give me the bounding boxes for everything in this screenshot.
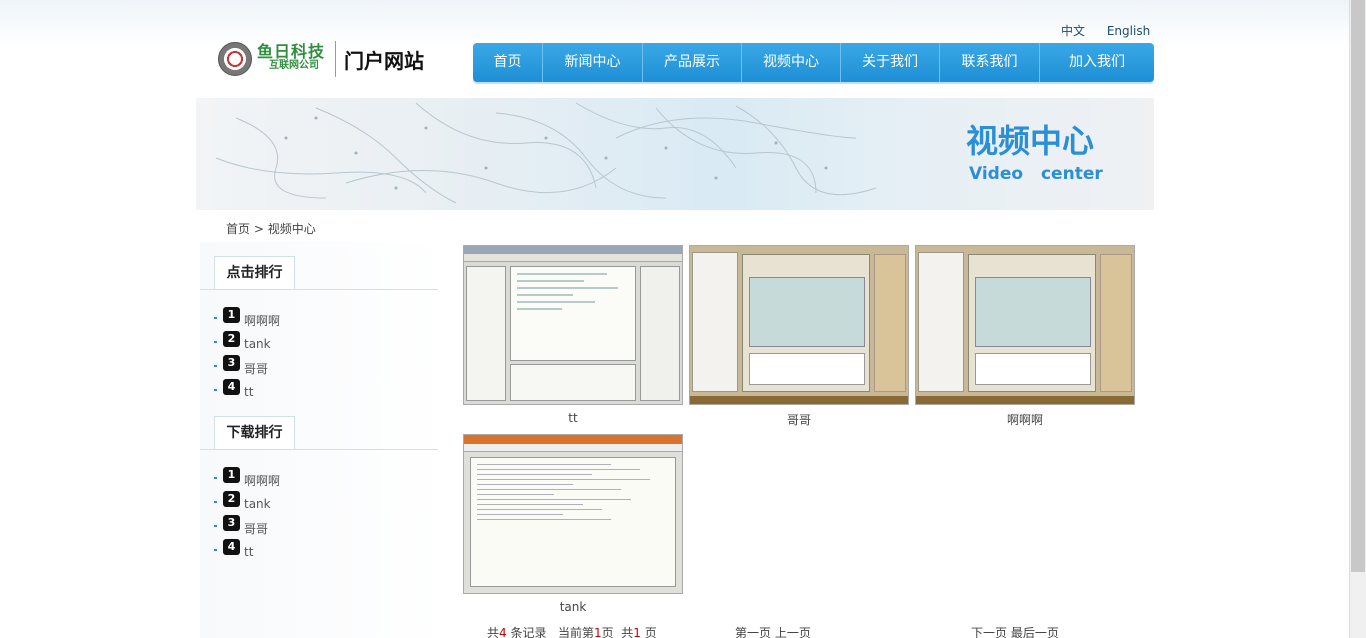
rank-item-label: 啊啊啊: [244, 473, 281, 488]
video-caption[interactable]: tank: [463, 600, 683, 614]
chat-screenshot-thumbnail: [916, 246, 1134, 404]
bullet-icon: [214, 341, 217, 343]
banner-title-en: Video center: [969, 164, 1103, 184]
nav-item-contact[interactable]: 联系我们: [940, 43, 1040, 82]
pager-pages-count: 1: [633, 626, 641, 638]
click-rank-item[interactable]: 2 tank: [214, 330, 280, 354]
bullet-icon: [214, 389, 217, 391]
logo-seal-icon: [218, 42, 252, 76]
bullet-icon: [214, 477, 217, 479]
rank-number-badge: 2: [223, 491, 240, 507]
rank-item-label: 啊啊啊: [244, 313, 281, 328]
pager-total-prefix: 共: [487, 626, 500, 638]
breadcrumb-separator: >: [250, 222, 268, 236]
breadcrumb-home-link[interactable]: 首页: [226, 222, 250, 236]
video-card[interactable]: tank: [463, 434, 683, 614]
bullet-icon: [214, 525, 217, 527]
pager-total-suffix: 条记录: [506, 626, 547, 638]
pager-last-link[interactable]: 最后一页: [1011, 626, 1059, 638]
video-thumbnail[interactable]: [463, 434, 683, 594]
scrollbar-thumb[interactable]: [1351, 0, 1365, 572]
banner-title-cn: 视频中心: [966, 122, 1095, 160]
logo-brand: 鱼日科技 互联网公司: [257, 42, 326, 73]
bullet-icon: [214, 549, 217, 551]
download-rank-item[interactable]: 4 tt: [214, 538, 280, 562]
video-thumbnail[interactable]: [689, 245, 909, 405]
logo-portal-text: 门户网站: [344, 48, 425, 73]
click-rank-list: 1 啊啊啊 2 tank 3 哥哥 4 tt: [214, 306, 280, 402]
rank-number-badge: 4: [223, 539, 240, 555]
breadcrumb-current: 视频中心: [267, 222, 316, 236]
video-thumbnail[interactable]: [463, 245, 683, 405]
video-card[interactable]: 哥哥: [689, 245, 909, 428]
rank-number-badge: 2: [223, 331, 240, 347]
download-rank-item[interactable]: 3 哥哥: [214, 514, 280, 538]
page-banner: 视频中心 Video center: [196, 98, 1154, 210]
chat-screenshot-thumbnail: [690, 246, 908, 404]
pager-pages-suffix: 页: [640, 626, 657, 638]
logo-divider: [335, 41, 337, 77]
rank-number-badge: 1: [223, 467, 240, 483]
site-logo[interactable]: 鱼日科技 互联网公司 门户网站: [218, 40, 424, 78]
logo-brand-subtitle: 互联网公司: [269, 60, 319, 71]
nav-item-news[interactable]: 新闻中心: [543, 43, 643, 82]
download-rank-item[interactable]: 1 啊啊啊: [214, 466, 280, 490]
video-caption[interactable]: 啊啊啊: [915, 411, 1135, 428]
page-scrollbar[interactable]: [1349, 0, 1366, 638]
language-switcher: 中文 English: [1061, 22, 1168, 39]
code-screenshot-thumbnail: [464, 435, 682, 593]
bullet-icon: [214, 501, 217, 503]
pager-current-page: 1: [593, 626, 602, 638]
bullet-icon: [214, 365, 217, 367]
pager-summary: 共4 条记录 当前第1页 共1 页: [487, 624, 657, 638]
pager-next-link[interactable]: 下一页: [971, 626, 1007, 638]
pager-first-link[interactable]: 第一页: [735, 626, 771, 638]
download-rank-item[interactable]: 2 tank: [214, 490, 280, 514]
rank-item-label: tank: [244, 497, 271, 511]
pager-first-prev: 第一页 上一页: [735, 624, 811, 638]
nav-item-join[interactable]: 加入我们: [1040, 43, 1154, 82]
pager-prev-link[interactable]: 上一页: [775, 626, 811, 638]
rank-item-label: tank: [244, 337, 271, 351]
video-caption[interactable]: tt: [463, 411, 683, 425]
click-rank-item[interactable]: 1 啊啊啊: [214, 306, 280, 330]
rank-number-badge: 3: [223, 515, 240, 531]
bullet-icon: [214, 317, 217, 319]
rank-number-badge: 1: [223, 307, 240, 323]
click-rank-title: 点击排行: [214, 256, 295, 290]
logo-brand-name: 鱼日科技: [257, 42, 326, 61]
ide-screenshot-thumbnail: [464, 246, 682, 404]
rank-number-badge: 4: [223, 379, 240, 395]
download-rank-list: 1 啊啊啊 2 tank 3 哥哥 4 tt: [214, 466, 280, 562]
lang-chinese-link[interactable]: 中文: [1061, 24, 1085, 38]
main-nav: 首页 新闻中心 产品展示 视频中心 关于我们 联系我们 加入我们: [473, 43, 1154, 82]
video-thumbnail[interactable]: [915, 245, 1135, 405]
rank-item-label: 哥哥: [244, 521, 269, 536]
pager-current-prefix: 当前第: [557, 626, 594, 638]
rank-item-label: 哥哥: [244, 361, 269, 376]
nav-item-home[interactable]: 首页: [473, 43, 543, 82]
sidebar: 点击排行 1 啊啊啊 2 tank 3 哥哥 4 tt 下载排行 1 啊啊啊 2…: [200, 242, 444, 638]
video-caption[interactable]: 哥哥: [689, 411, 909, 428]
pager-current-suffix: 页: [601, 626, 614, 638]
download-rank-divider: [200, 449, 438, 450]
nav-item-products[interactable]: 产品展示: [643, 43, 742, 82]
pager-total-count: 4: [499, 626, 507, 638]
rank-number-badge: 3: [223, 355, 240, 371]
lang-english-link[interactable]: English: [1107, 24, 1150, 38]
click-rank-item[interactable]: 3 哥哥: [214, 354, 280, 378]
rank-item-label: tt: [244, 545, 254, 559]
video-card[interactable]: tt: [463, 245, 683, 425]
pager-pages-prefix: 共: [621, 626, 634, 638]
breadcrumb: 首页 > 视频中心: [226, 220, 316, 237]
nav-item-video[interactable]: 视频中心: [742, 43, 841, 82]
rank-item-label: tt: [244, 385, 254, 399]
click-rank-divider: [200, 289, 438, 290]
nav-item-about[interactable]: 关于我们: [841, 43, 940, 82]
video-card[interactable]: 啊啊啊: [915, 245, 1135, 428]
download-rank-title: 下载排行: [214, 416, 295, 450]
click-rank-item[interactable]: 4 tt: [214, 378, 280, 402]
pager-next-last: 下一页 最后一页: [971, 624, 1059, 638]
